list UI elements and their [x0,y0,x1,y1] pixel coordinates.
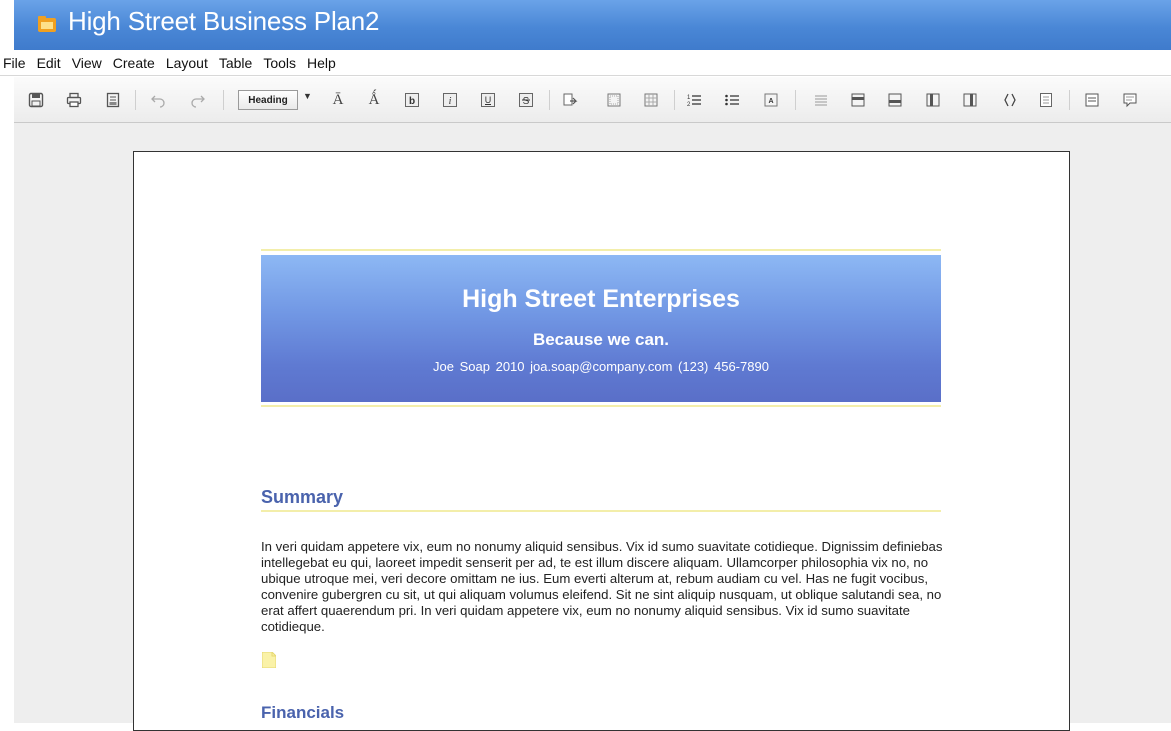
section-heading-summary: Summary [261,487,344,507]
save-icon[interactable] [28,92,44,108]
svg-text:U: U [485,95,492,105]
menu-bar: File Edit View Create Layout Table Tools… [0,50,1171,76]
summary-paragraph: In veri quidam appetere vix, eum no nonu… [261,539,943,634]
header-banner: High Street Enterprises Because we can. … [261,249,941,411]
menu-layout[interactable]: Layout [166,55,208,71]
italic-icon[interactable]: i [442,92,458,108]
toolbar: Heading ▼ Ā Ǻ b i U S 12 A [14,77,1171,123]
bullet-list-icon[interactable] [724,92,740,108]
document-properties-icon[interactable] [1084,92,1100,108]
code-block-icon[interactable] [1002,92,1018,108]
menu-table[interactable]: Table [219,55,252,71]
comment-icon[interactable] [1122,92,1138,108]
style-select[interactable]: Heading [238,90,298,110]
text-box-icon[interactable]: A [763,92,779,108]
increase-font-size-icon[interactable]: Ǻ [366,92,382,108]
section-divider [261,510,941,512]
note-icon[interactable] [262,652,276,668]
folder-icon [38,16,56,32]
contact-line: Joe Soap 2010 joa.soap@company.com (123)… [433,359,769,374]
menu-view[interactable]: View [72,55,102,71]
redo-icon[interactable] [190,92,206,108]
svg-text:S: S [523,96,530,107]
page-icon[interactable] [1038,92,1054,108]
decrease-font-size-icon[interactable]: Ā [330,92,346,108]
chevron-down-icon[interactable]: ▼ [303,91,312,101]
left-column-icon[interactable] [925,92,941,108]
header-section-icon[interactable] [850,92,866,108]
window-title: High Street Business Plan2 [68,6,380,36]
menu-tools[interactable]: Tools [263,55,296,71]
insert-link-icon[interactable] [562,92,578,108]
underline-icon[interactable]: U [480,92,496,108]
undo-icon[interactable] [150,92,166,108]
strikethrough-icon[interactable]: S [518,92,534,108]
numbered-list-icon[interactable]: 12 [686,92,702,108]
svg-text:2: 2 [687,102,691,108]
svg-text:1: 1 [687,95,691,101]
insert-row-icon[interactable] [813,92,829,108]
menu-create[interactable]: Create [113,55,155,71]
svg-text:b: b [409,96,415,107]
title-bar: High Street Business Plan2 [14,0,1171,50]
company-name: High Street Enterprises [462,285,740,313]
section-heading-financials: Financials [261,703,345,722]
print-icon[interactable] [66,92,82,108]
right-column-icon[interactable] [962,92,978,108]
menu-edit[interactable]: Edit [37,55,61,71]
print-preview-icon[interactable] [105,92,121,108]
bold-icon[interactable]: b [404,92,420,108]
footer-section-icon[interactable] [887,92,903,108]
menu-help[interactable]: Help [307,55,336,71]
insert-table-icon[interactable] [643,92,659,108]
svg-text:i: i [449,96,452,107]
menu-file[interactable]: File [3,55,26,71]
insert-image-icon[interactable] [606,92,622,108]
tagline: Because we can. [532,330,670,349]
document-page[interactable]: High Street Enterprises Because we can. … [133,151,1070,731]
svg-text:A: A [768,98,773,105]
